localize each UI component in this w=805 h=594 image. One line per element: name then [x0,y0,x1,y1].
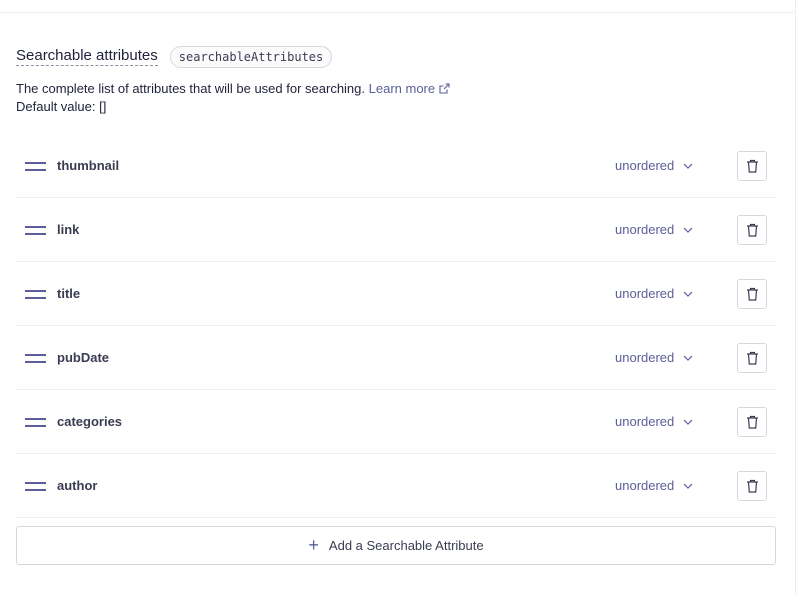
top-divider [0,12,795,13]
section-description: The complete list of attributes that wil… [16,80,450,116]
trash-icon [746,287,758,301]
delete-attribute-button[interactable] [737,407,767,437]
attribute-name: author [57,478,98,493]
attribute-row: categories unordered [16,390,776,454]
learn-more-link[interactable]: Learn more [369,81,450,96]
section-title: Searchable attributes [16,47,158,66]
drag-handle-icon[interactable] [25,418,46,427]
section-header: Searchable attributes searchableAttribut… [16,46,333,68]
attribute-name: title [57,286,81,301]
attribute-row: link unordered [16,198,776,262]
searchable-attributes-list: thumbnail unordered link unordered title… [16,134,776,518]
attribute-row: title unordered [16,262,776,326]
add-searchable-attribute-button[interactable]: + Add a Searchable Attribute [16,526,776,565]
attribute-name: link [57,222,80,237]
order-value: unordered [615,414,675,429]
attribute-row: pubDate unordered [16,326,776,390]
drag-handle-icon[interactable] [25,226,46,235]
attribute-name: thumbnail [57,158,120,173]
chevron-down-icon [683,419,693,425]
order-value: unordered [615,158,675,173]
add-button-label: Add a Searchable Attribute [328,538,484,553]
delete-attribute-button[interactable] [737,215,767,245]
description-text: The complete list of attributes that wil… [16,81,366,96]
order-value: unordered [615,222,675,237]
attribute-name: categories [57,414,123,429]
external-link-icon [439,83,450,94]
trash-icon [746,351,758,365]
drag-handle-icon[interactable] [25,162,46,171]
trash-icon [746,159,758,173]
order-dropdown[interactable]: unordered [615,222,693,237]
trash-icon [746,479,758,493]
drag-handle-icon[interactable] [25,290,46,299]
order-dropdown[interactable]: unordered [615,478,693,493]
order-dropdown[interactable]: unordered [615,286,693,301]
chevron-down-icon [683,227,693,233]
attribute-row: author unordered [16,454,776,518]
chevron-down-icon [683,291,693,297]
default-value-text: Default value: [] [16,99,107,114]
chevron-down-icon [683,355,693,361]
order-value: unordered [615,350,675,365]
chevron-down-icon [683,483,693,489]
attribute-name: pubDate [57,350,109,365]
delete-attribute-button[interactable] [737,343,767,373]
drag-handle-icon[interactable] [25,354,46,363]
order-dropdown[interactable]: unordered [615,158,693,173]
chevron-down-icon [683,163,693,169]
attribute-row: thumbnail unordered [16,134,776,198]
plus-icon: + [308,535,319,555]
setting-name-badge: searchableAttributes [169,46,333,68]
order-value: unordered [615,286,675,301]
order-dropdown[interactable]: unordered [615,350,693,365]
trash-icon [746,223,758,237]
delete-attribute-button[interactable] [737,151,767,181]
order-value: unordered [615,478,675,493]
trash-icon [746,415,758,429]
drag-handle-icon[interactable] [25,482,46,491]
order-dropdown[interactable]: unordered [615,414,693,429]
delete-attribute-button[interactable] [737,471,767,501]
right-divider [795,0,796,594]
delete-attribute-button[interactable] [737,279,767,309]
